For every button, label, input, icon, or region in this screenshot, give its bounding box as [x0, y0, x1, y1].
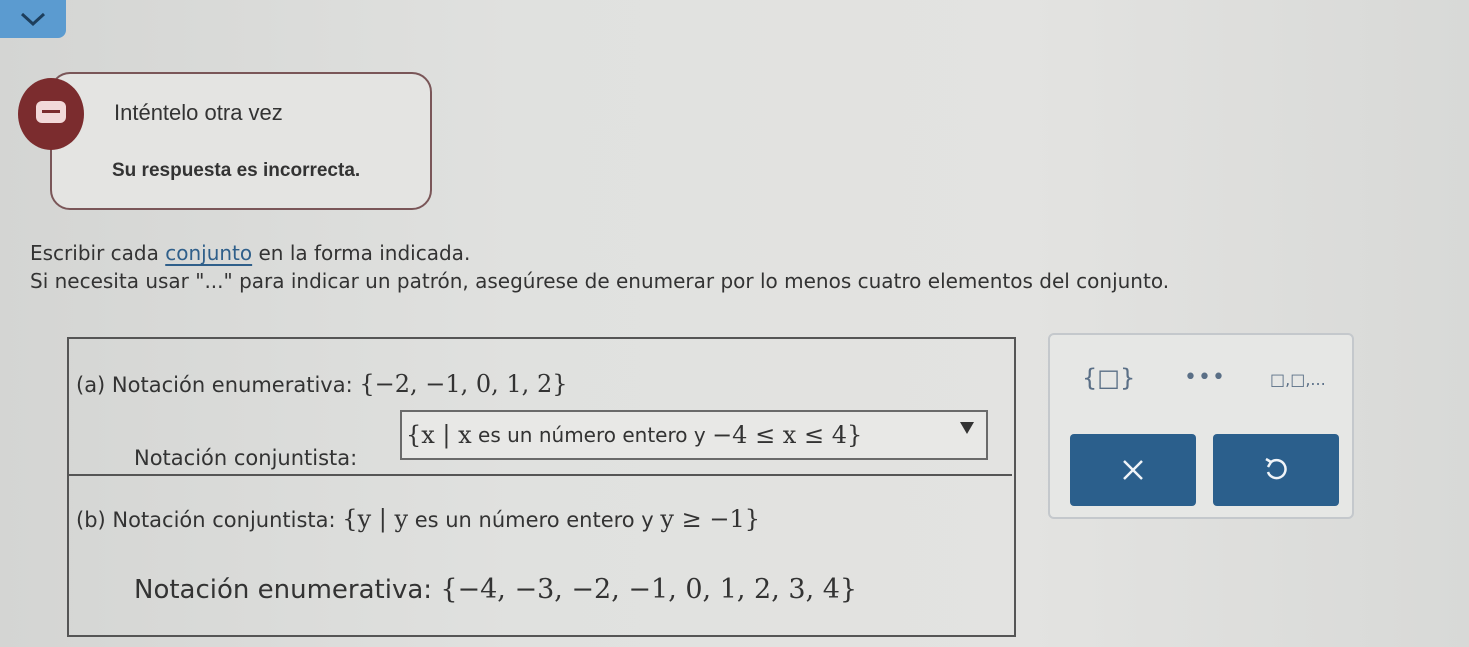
instruction-line-1: Escribir cada conjunto en la forma indic…	[30, 241, 470, 265]
set-braces-button[interactable]: {□}	[1082, 364, 1135, 392]
question-b-math-1: {y | y	[342, 505, 409, 533]
question-b-answer: Notación enumerativa: {−4, −3, −2, −1, 0…	[134, 574, 857, 605]
undo-button[interactable]	[1213, 434, 1339, 506]
question-a-answer-label: Notación conjuntista:	[134, 446, 358, 470]
ellipsis-button[interactable]: •••	[1184, 365, 1226, 390]
question-b-answer-label: Notación enumerativa:	[134, 575, 441, 605]
conjunto-link[interactable]: conjunto	[165, 241, 252, 265]
undo-icon	[1265, 457, 1287, 480]
instruction-text: Escribir cada	[30, 241, 166, 265]
feedback-message: Su respuesta es incorrecta.	[112, 160, 361, 181]
question-a-set: {−2, −1, 0, 1, 2}	[359, 370, 568, 398]
collapse-button[interactable]	[0, 0, 66, 38]
instruction-line-2: Si necesita usar "..." para indicar un p…	[30, 269, 1170, 293]
chevron-down-icon	[20, 12, 46, 27]
question-b-answer-set: {−4, −3, −2, −1, 0, 1, 2, 3, 4}	[440, 574, 858, 605]
question-b-label: (b) Notación conjuntista:	[76, 508, 343, 532]
clear-button[interactable]	[1070, 434, 1196, 506]
question-b-prompt: (b) Notación conjuntista: {y | y es un n…	[76, 505, 760, 533]
question-a-label: (a) Notación enumerativa:	[76, 373, 360, 397]
question-b-math-2: y ≥ −1}	[660, 505, 760, 533]
feedback-title: Inténtelo otra vez	[114, 100, 283, 125]
speech-bubble-icon	[18, 78, 84, 150]
question-divider	[68, 474, 1012, 476]
dropdown-arrow-icon[interactable]	[960, 422, 974, 434]
feedback-panel	[50, 72, 432, 210]
instruction-text: en la forma indicada.	[252, 241, 471, 265]
answer-input-a[interactable]: {x | x es un número entero y −4 ≤ x ≤ 4}	[400, 410, 988, 460]
answer-a-math-2: −4 ≤ x ≤ 4}	[712, 421, 863, 449]
list-template-button[interactable]: □,□,...	[1270, 370, 1326, 389]
answer-a-text: es un número entero y	[471, 423, 713, 447]
close-icon	[1123, 460, 1143, 480]
answer-a-math-1: {x | x	[406, 421, 472, 449]
question-a-prompt: (a) Notación enumerativa: {−2, −1, 0, 1,…	[76, 370, 567, 398]
question-b-text: es un número entero y	[408, 508, 661, 532]
